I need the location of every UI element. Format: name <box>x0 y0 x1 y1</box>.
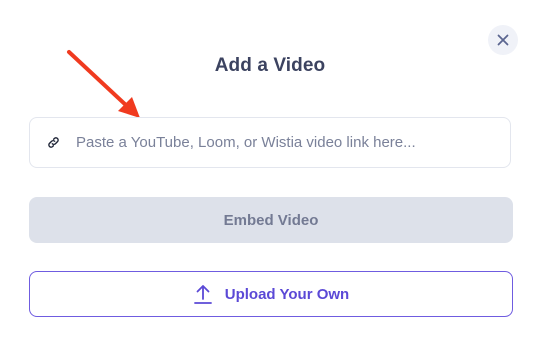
embed-video-label: Embed Video <box>223 211 319 229</box>
close-icon <box>497 34 509 46</box>
upload-icon <box>193 283 213 305</box>
upload-your-own-button[interactable]: Upload Your Own <box>29 271 513 317</box>
upload-your-own-label: Upload Your Own <box>224 285 350 303</box>
add-video-dialog: Add a Video Embed Video Upload Your Own <box>0 0 534 338</box>
embed-video-button[interactable]: Embed Video <box>29 197 513 243</box>
red-arrow-icon <box>67 50 140 118</box>
video-url-field[interactable] <box>29 117 511 168</box>
close-button[interactable] <box>488 25 518 55</box>
video-url-input[interactable] <box>76 134 496 151</box>
link-icon <box>46 136 60 150</box>
